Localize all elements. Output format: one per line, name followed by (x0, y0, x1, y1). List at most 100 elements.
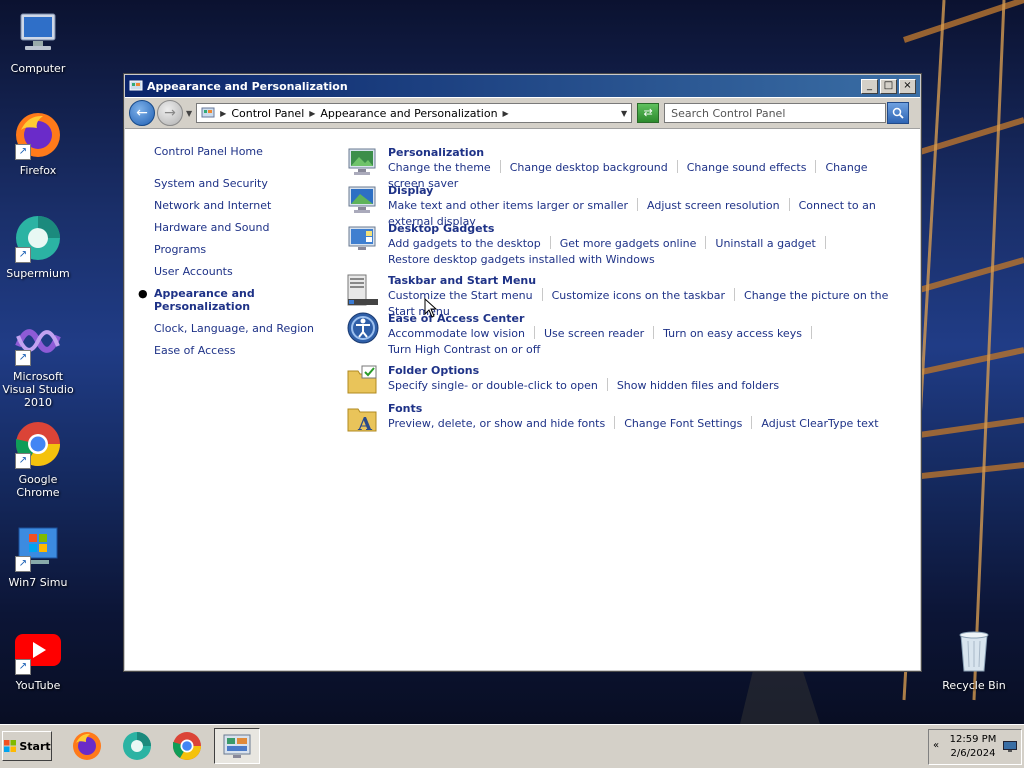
content-pane: Control Panel Home System and Security N… (125, 130, 920, 670)
desktop-icon-win7-simu[interactable]: ↗ Win7 Simu (0, 522, 80, 589)
desktop-icon-label: Google Chrome (16, 473, 60, 499)
personalization-icon (346, 145, 380, 179)
taskbar-icon (346, 273, 380, 307)
chrome-icon: ↗ (13, 419, 63, 469)
link-divider (788, 198, 790, 211)
category-fonts: A Fonts Preview, delete, or show and hid… (346, 401, 906, 439)
link-divider (549, 236, 551, 249)
desktop-gadgets-title-link[interactable]: Desktop Gadgets (388, 221, 494, 236)
change-font-settings-link[interactable]: Change Font Settings (624, 417, 742, 430)
taskbar-title-link[interactable]: Taskbar and Start Menu (388, 273, 536, 288)
display-title-link[interactable]: Display (388, 183, 433, 198)
taskbar-control-panel-button[interactable] (214, 728, 260, 764)
address-bar[interactable]: ▶ Control Panel ▶ Appearance and Persona… (196, 103, 633, 123)
link-divider (637, 198, 638, 211)
shortcut-arrow-icon: ↗ (15, 350, 31, 366)
personalization-title-link[interactable]: Personalization (388, 145, 484, 160)
search-button[interactable] (887, 102, 910, 124)
forward-button[interactable]: → (157, 100, 183, 126)
restore-gadgets-link[interactable]: Restore desktop gadgets installed with W… (388, 253, 655, 266)
sidebar-item-user-accounts[interactable]: User Accounts (154, 265, 334, 278)
fonts-icon: A (346, 401, 380, 435)
taskbar: Start « 12:59 PM 2/6/2024 (0, 724, 1024, 768)
win7-simu-icon: ↗ (13, 522, 63, 572)
sidebar-item-system-security[interactable]: System and Security (154, 177, 334, 190)
sidebar-item-hardware-sound[interactable]: Hardware and Sound (154, 221, 334, 234)
sidebar-item-programs[interactable]: Programs (154, 243, 334, 256)
desktop-icon-firefox[interactable]: ↗ Firefox (0, 110, 80, 177)
uninstall-gadget-link[interactable]: Uninstall a gadget (715, 237, 815, 250)
windows-logo-icon (4, 740, 17, 752)
desktop-icon-chrome[interactable]: ↗ Google Chrome (0, 419, 80, 499)
change-sound-effects-link[interactable]: Change sound effects (687, 161, 807, 174)
make-text-larger-link[interactable]: Make text and other items larger or smal… (388, 199, 628, 212)
fonts-title-link[interactable]: Fonts (388, 401, 422, 416)
back-button[interactable]: ← (129, 100, 155, 126)
breadcrumb-separator-icon[interactable]: ▶ (309, 109, 315, 118)
use-screen-reader-link[interactable]: Use screen reader (544, 327, 644, 340)
desktop-icon-recycle-bin[interactable]: Recycle Bin (932, 625, 1016, 692)
category-list: Personalization Change the theme Change d… (346, 145, 906, 439)
add-gadgets-link[interactable]: Add gadgets to the desktop (388, 237, 541, 250)
minimize-button[interactable]: _ (861, 78, 878, 94)
shortcut-arrow-icon: ↗ (15, 659, 31, 675)
preview-fonts-link[interactable]: Preview, delete, or show and hide fonts (388, 417, 605, 430)
taskbar-firefox-button[interactable] (66, 728, 108, 764)
desktop-icon-youtube[interactable]: ↗ YouTube (0, 625, 80, 692)
search-input[interactable]: Search Control Panel (664, 103, 887, 123)
link-divider (533, 326, 535, 339)
breadcrumb-separator-icon[interactable]: ▶ (503, 109, 509, 118)
ease-of-access-title-link[interactable]: Ease of Access Center (388, 311, 524, 326)
taskbar-chrome-button[interactable] (166, 728, 208, 764)
close-button[interactable]: × (899, 78, 916, 94)
sidebar-item-network-internet[interactable]: Network and Internet (154, 199, 334, 212)
network-monitor-icon[interactable] (1003, 741, 1017, 752)
refresh-icon: ⇄ (643, 106, 653, 119)
change-theme-link[interactable]: Change the theme (388, 161, 491, 174)
show-hidden-files-link[interactable]: Show hidden files and folders (617, 379, 779, 392)
high-contrast-link[interactable]: Turn High Contrast on or off (388, 343, 540, 356)
customize-taskbar-icons-link[interactable]: Customize icons on the taskbar (552, 289, 725, 302)
desktop-icon-visual-studio[interactable]: ↗ Microsoft Visual Studio 2010 (0, 316, 80, 409)
taskbar-supermium-button[interactable] (116, 728, 158, 764)
show-hidden-icons-icon[interactable]: « (933, 740, 939, 751)
search-icon (892, 107, 904, 119)
clock[interactable]: 12:59 PM 2/6/2024 (945, 733, 1001, 761)
change-desktop-background-link[interactable]: Change desktop background (510, 161, 668, 174)
ease-of-access-icon (346, 311, 380, 345)
breadcrumb-control-panel[interactable]: Control Panel (231, 107, 304, 120)
supermium-icon (123, 732, 151, 760)
adjust-cleartype-link[interactable]: Adjust ClearType text (761, 417, 878, 430)
control-panel-window: Appearance and Personalization _ □ × ← →… (123, 73, 922, 672)
sidebar-item-ease-of-access[interactable]: Ease of Access (154, 344, 334, 357)
category-personalization: Personalization Change the theme Change d… (346, 145, 906, 190)
sidebar-item-clock-language-region[interactable]: Clock, Language, and Region (154, 322, 334, 335)
recent-pages-dropdown-icon[interactable]: ▼ (186, 109, 192, 118)
arrow-left-icon: ← (136, 105, 148, 121)
desktop-icon-label: Computer (10, 62, 66, 75)
start-button[interactable]: Start (2, 731, 52, 761)
start-label: Start (19, 739, 51, 753)
desktop-icon-label: YouTube (15, 679, 61, 692)
easy-access-keys-link[interactable]: Turn on easy access keys (663, 327, 802, 340)
window-titlebar[interactable]: Appearance and Personalization _ □ × (125, 75, 920, 97)
sidebar-control-panel-home[interactable]: Control Panel Home (154, 145, 334, 158)
system-tray: « 12:59 PM 2/6/2024 (928, 729, 1022, 765)
breadcrumb-appearance[interactable]: Appearance and Personalization (320, 107, 497, 120)
refresh-button[interactable]: ⇄ (637, 103, 660, 123)
breadcrumb-separator-icon[interactable]: ▶ (220, 109, 226, 118)
get-more-gadgets-link[interactable]: Get more gadgets online (560, 237, 697, 250)
category-ease-of-access-center: Ease of Access Center Accommodate low vi… (346, 311, 906, 363)
maximize-button[interactable]: □ (880, 78, 897, 94)
address-history-dropdown-icon[interactable]: ▼ (621, 109, 627, 118)
desktop-icon-supermium[interactable]: ↗ Supermium (0, 213, 80, 280)
single-double-click-link[interactable]: Specify single- or double-click to open (388, 379, 598, 392)
control-panel-icon (223, 734, 251, 758)
desktop-icon-computer[interactable]: Computer (0, 8, 80, 75)
desktop-icon-label: Microsoft Visual Studio 2010 (2, 370, 74, 409)
accommodate-low-vision-link[interactable]: Accommodate low vision (388, 327, 525, 340)
customize-start-menu-link[interactable]: Customize the Start menu (388, 289, 533, 302)
folder-options-title-link[interactable]: Folder Options (388, 363, 479, 378)
adjust-screen-resolution-link[interactable]: Adjust screen resolution (647, 199, 780, 212)
link-divider (705, 236, 707, 249)
